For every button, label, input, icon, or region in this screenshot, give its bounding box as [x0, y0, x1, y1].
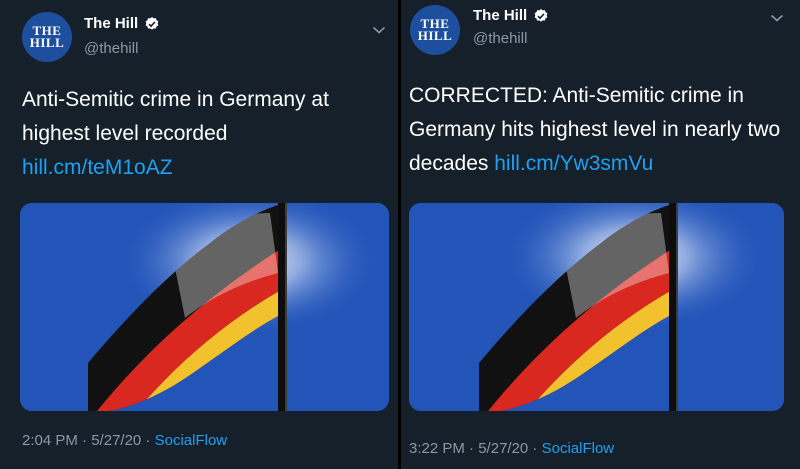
tweet-source[interactable]: SocialFlow — [542, 440, 615, 457]
handle[interactable]: @thehill — [473, 30, 527, 47]
author-name-row[interactable]: The Hill — [473, 7, 549, 24]
avatar-line2: HILL — [417, 28, 453, 43]
screenshot-stage: THE HILL The Hill @thehill Anti-Semitic … — [0, 0, 800, 469]
verified-badge-icon — [534, 8, 548, 22]
avatar-line2: HILL — [29, 35, 65, 50]
tweet-date[interactable]: 5/27/20 — [478, 440, 528, 457]
meta-separator: · — [141, 432, 155, 449]
avatar[interactable]: THE HILL — [22, 12, 72, 62]
tweet-text: Anti-Semitic crime in Germany at highest… — [22, 83, 362, 185]
chevron-down-icon[interactable] — [372, 25, 386, 35]
meta-separator: · — [77, 432, 92, 449]
german-flag-photo — [20, 203, 389, 411]
meta-separator: · — [528, 440, 542, 457]
tweet-original: THE HILL The Hill @thehill Anti-Semitic … — [0, 0, 400, 469]
tweet-text: CORRECTED: Anti-Semitic crime in Germany… — [409, 79, 784, 181]
handle[interactable]: @thehill — [84, 40, 138, 57]
tweet-time[interactable]: 2:04 PM — [22, 432, 78, 449]
tweet-meta: 2:04 PM · 5/27/20 · SocialFlow — [22, 432, 227, 449]
tweet-media-image[interactable] — [20, 203, 389, 411]
display-name[interactable]: The Hill — [473, 7, 527, 24]
tweet-time[interactable]: 3:22 PM — [409, 440, 465, 457]
tweet-date[interactable]: 5/27/20 — [91, 432, 141, 449]
tweet-link[interactable]: hill.cm/Yw3smVu — [494, 152, 653, 175]
display-name[interactable]: The Hill — [84, 15, 138, 32]
chevron-down-icon[interactable] — [770, 13, 784, 23]
german-flag-photo — [409, 203, 784, 411]
tweet-meta: 3:22 PM · 5/27/20 · SocialFlow — [409, 440, 614, 457]
tweet-source[interactable]: SocialFlow — [155, 432, 228, 449]
tweet-media-image[interactable] — [409, 203, 784, 411]
meta-separator: · — [464, 440, 479, 457]
tweet-body: Anti-Semitic crime in Germany at highest… — [22, 88, 329, 145]
author-name-row[interactable]: The Hill — [84, 15, 160, 32]
verified-badge-icon — [145, 16, 159, 30]
tweet-link[interactable]: hill.cm/teM1oAZ — [22, 156, 173, 179]
tweet-corrected: THE HILL The Hill @thehill CORRECTED: An… — [400, 0, 800, 469]
avatar[interactable]: THE HILL — [410, 5, 460, 55]
